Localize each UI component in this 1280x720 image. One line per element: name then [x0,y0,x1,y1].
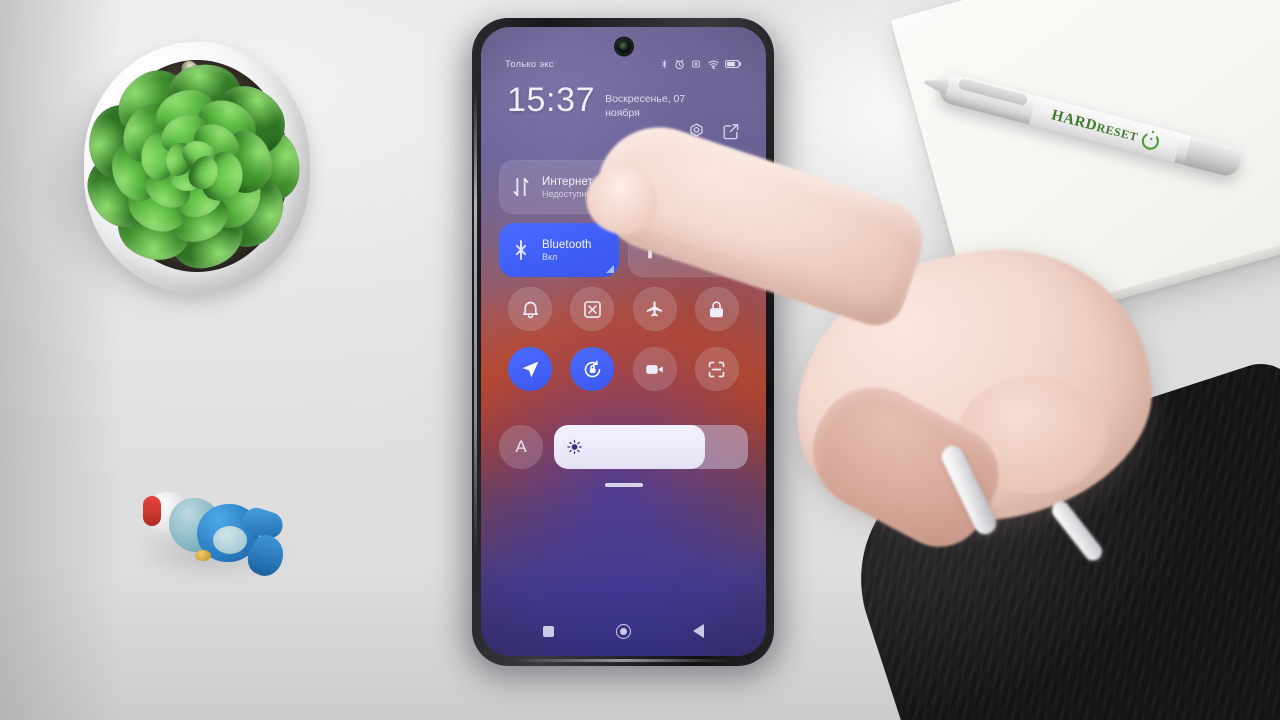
second-ring [1048,497,1106,565]
punch-hole-camera-icon [615,38,632,55]
figurine [133,492,293,584]
carrier-label: Только экс [505,58,554,70]
airplane-icon [646,300,663,316]
screenshot-toggle[interactable] [570,287,615,331]
hand-group [577,110,1280,720]
screenshot-icon [584,300,601,318]
bluetooth-tile-text: Bluetooth Вкл [542,239,592,262]
airplane-mode-toggle[interactable] [632,287,677,331]
clock-time: 15:37 [507,81,596,119]
bluetooth-tile-subtitle: Вкл [542,251,558,262]
battery-icon [725,60,741,68]
figurine-accent [195,550,211,561]
internet-tile-title: Интернет [542,175,593,188]
figurine-belly [213,526,247,554]
status-bar: Только экс [481,55,766,73]
clock-date-wrap: Воскресенье, 07 ноября [605,93,709,121]
hand [577,110,1280,720]
figurine-hat-band [143,496,161,526]
video-camera-icon [646,364,663,374]
silent-mode-toggle[interactable] [508,287,553,331]
data-transfer-icon [513,177,529,197]
auto-brightness-button[interactable]: A [499,425,543,469]
rotate-lock-icon [584,359,601,377]
location-toggle[interactable] [508,347,553,391]
clock-date: Воскресенье, 07 ноября [605,93,686,119]
status-icons [660,58,742,70]
home-button[interactable] [616,623,631,639]
recents-button[interactable] [543,625,554,637]
alarm-icon [675,59,684,69]
vibrate-icon [692,60,700,68]
phone-edge-highlight-left [474,88,477,558]
location-icon [522,361,538,377]
auto-rotate-toggle[interactable] [570,347,615,391]
edit-tiles-icon[interactable] [721,122,740,141]
succulent-plant [48,38,320,316]
panel-drag-handle[interactable] [604,483,643,487]
bluetooth-icon [515,240,527,260]
sun-icon [567,439,582,455]
bluetooth-tile-title: Bluetooth [542,238,592,251]
lock-clock-row: 15:37 Воскресенье, 07 ноября [507,81,709,121]
bluetooth-tile[interactable]: Bluetooth Вкл [499,223,619,277]
bluetooth-icon [662,59,667,69]
wifi-icon [708,60,719,69]
expand-corner-icon[interactable] [606,265,614,273]
succulent-leaves [75,54,304,276]
bell-icon [522,301,538,318]
power-icon [1140,130,1162,152]
screen-recorder-toggle[interactable] [632,347,677,391]
